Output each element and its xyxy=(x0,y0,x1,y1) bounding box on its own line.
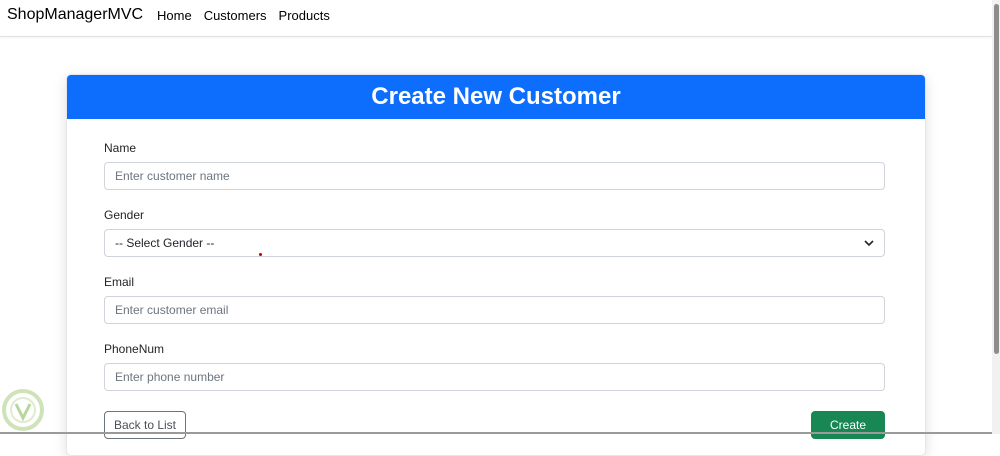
phone-label: PhoneNum xyxy=(104,342,165,356)
gender-label: Gender xyxy=(104,208,145,222)
vertical-scrollbar[interactable] xyxy=(992,0,1000,434)
gender-select[interactable]: -- Select Gender -- xyxy=(104,229,885,257)
nav-links: Home Customers Products xyxy=(157,8,330,23)
phone-input[interactable]: Enter phone number xyxy=(104,363,885,391)
top-navbar: ShopManagerMVC Home Customers Products xyxy=(0,0,992,37)
scrollbar-thumb[interactable] xyxy=(994,4,999,354)
nav-products[interactable]: Products xyxy=(279,8,330,23)
cursor-dot xyxy=(259,253,262,256)
card-header: Create New Customer xyxy=(67,75,925,119)
chevron-down-icon xyxy=(864,240,874,247)
create-button[interactable]: Create xyxy=(811,411,885,439)
email-label: Email xyxy=(104,275,135,289)
name-input-placeholder: Enter customer name xyxy=(115,169,230,183)
nav-home[interactable]: Home xyxy=(157,8,192,23)
gender-select-value: -- Select Gender -- xyxy=(115,236,215,250)
nav-customers[interactable]: Customers xyxy=(204,8,267,23)
email-input[interactable]: Enter customer email xyxy=(104,296,885,324)
name-input[interactable]: Enter customer name xyxy=(104,162,885,190)
watermark-logo-icon xyxy=(2,389,44,431)
name-label: Name xyxy=(104,141,137,155)
phone-input-placeholder: Enter phone number xyxy=(115,370,225,384)
create-customer-card: Create New Customer Name Enter customer … xyxy=(66,74,926,456)
page-title: Create New Customer xyxy=(371,83,621,110)
email-input-placeholder: Enter customer email xyxy=(115,303,229,317)
back-to-list-button[interactable]: Back to List xyxy=(104,411,186,439)
brand-link[interactable]: ShopManagerMVC xyxy=(7,6,143,24)
